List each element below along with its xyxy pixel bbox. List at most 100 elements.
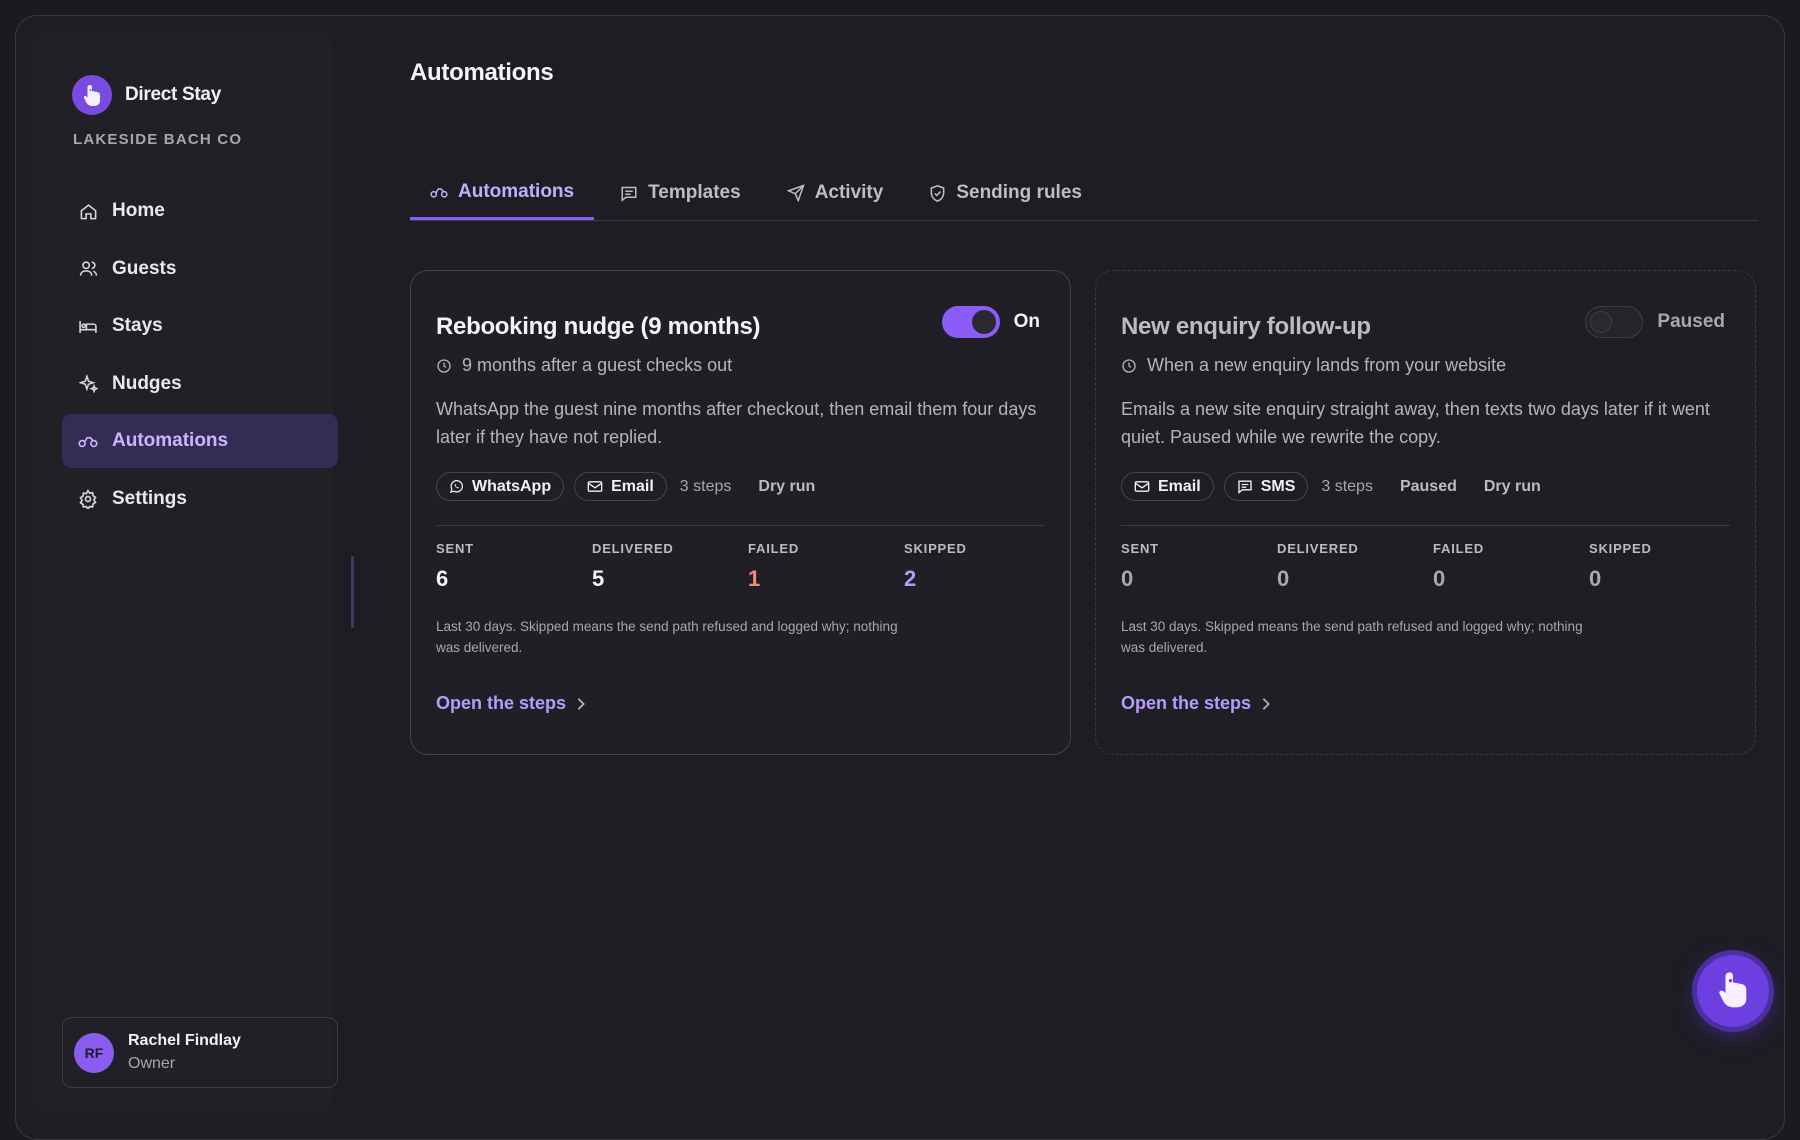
clock-icon [436,358,452,374]
link-label: Open the steps [1121,693,1252,713]
chip-label: Email [1158,477,1201,495]
enable-toggle[interactable] [1585,306,1644,338]
mode-label: Dry run [758,477,816,495]
send-icon [786,184,805,202]
sidebar-item-label: Home [112,200,165,221]
sidebar-item-nudges[interactable]: Nudges [62,357,338,411]
step-count: 3 steps [679,477,732,495]
tab-label: Automations [458,180,575,202]
message-icon [620,185,638,202]
sidebar-item-guests[interactable]: Guests [62,242,338,296]
stat-value: 6 [436,566,449,591]
main-content: Automations Automations Templates Activi… [352,16,1784,1139]
stat-skipped: SKIPPED 0 [1589,541,1745,592]
brand-logo-icon [72,75,112,115]
sidebar-item-home[interactable]: Home [62,184,338,238]
user-role: Owner [128,1055,176,1072]
stat-label: SENT [436,541,474,556]
shield-icon [929,184,946,203]
brand-name: Direct Stay [125,84,221,105]
assistant-icon [1713,967,1753,1016]
stat-label: DELIVERED [592,541,674,556]
stat-value: 0 [1121,566,1134,591]
stat-sent: SENT 0 [1121,541,1277,592]
sidebar-item-label: Stays [112,315,163,336]
stat-delivered: DELIVERED 5 [592,541,748,592]
user-card[interactable]: RF Rachel Findlay Owner [62,1017,338,1088]
trigger-text: 9 months after a guest checks out [462,355,733,375]
stat-skipped: SKIPPED 2 [904,541,1060,592]
user-name: Rachel Findlay [128,1032,241,1049]
org-name: LAKESIDE BACH CO [73,131,243,148]
stat-label: FAILED [748,541,800,556]
channel-chip-email: Email [1121,472,1214,501]
channel-chip-whatsapp: WhatsApp [436,472,565,501]
mode-label: Dry run [1483,477,1541,495]
tab-label: Sending rules [956,182,1082,203]
stat-value: 0 [1277,566,1290,591]
card-title: New enquiry follow-up [1121,313,1371,340]
avatar: RF [74,1032,114,1073]
clock-icon [1121,358,1137,374]
tab-label: Activity [814,182,884,203]
stat-value: 0 [1433,566,1446,591]
trigger: When a new enquiry lands from your websi… [1121,355,1506,376]
stat-value: 5 [592,566,605,591]
card-description: WhatsApp the guest nine months after che… [436,399,1037,447]
sidebar-item-automations[interactable]: Automations [62,414,338,468]
chip-label: WhatsApp [472,477,552,495]
channel-chips: Email SMS 3 steps Paused Dry run [1121,472,1565,501]
automation-card[interactable]: New enquiry follow-up Paused When a new … [1095,270,1756,755]
stat-value: 1 [748,566,761,591]
trigger-text: When a new enquiry lands from your websi… [1147,355,1507,375]
page-title: Automations [410,59,554,86]
sidebar-nav: Home Guests Stays Nudges Automations Set… [62,184,338,529]
tab-templates[interactable]: Templates [600,166,761,220]
stat-failed: FAILED 1 [748,541,904,592]
stats: SENT 6 DELIVERED 5 FAILED 1 SKIPPED 2 [436,541,1060,592]
stat-value: 2 [904,566,917,591]
tab-sending-rules[interactable]: Sending rules [909,166,1102,220]
assistant-fab-button[interactable] [1697,955,1769,1027]
users-icon [78,259,98,279]
link-label: Open the steps [436,693,567,713]
stat-value: 0 [1589,566,1602,591]
mail-icon [1134,480,1150,493]
chevron-right-icon [576,697,586,711]
sidebar-item-stays[interactable]: Stays [62,299,338,353]
divider [436,525,1045,526]
open-steps-link[interactable]: Open the steps [436,693,586,714]
tab-activity[interactable]: Activity [767,166,904,220]
enable-toggle[interactable] [941,306,1000,338]
automation-icon [78,431,98,451]
open-steps-link[interactable]: Open the steps [1121,693,1271,714]
chip-label: Email [611,477,654,495]
card-description: Emails a new site enquiry straight away,… [1121,399,1710,447]
automation-icon [430,185,448,199]
channel-chips: WhatsApp Email 3 steps Dry run [436,472,839,501]
chip-label: SMS [1260,477,1296,495]
sidebar-item-settings[interactable]: Settings [62,472,338,526]
whatsapp-icon [449,479,464,494]
stats-note: Last 30 days. Skipped means the send pat… [436,619,898,655]
stat-label: FAILED [1433,541,1485,556]
card-title: Rebooking nudge (9 months) [436,313,761,340]
stats-note: Last 30 days. Skipped means the send pat… [1121,619,1583,655]
tab-automations[interactable]: Automations [410,166,595,220]
stat-sent: SENT 6 [436,541,592,592]
stat-label: SKIPPED [904,541,967,556]
sidebar-item-label: Nudges [112,372,182,394]
status-label: Paused [1399,477,1457,495]
stat-label: SKIPPED [1589,541,1652,556]
home-icon [78,201,98,221]
sidebar-item-label: Automations [112,430,229,451]
stats: SENT 0 DELIVERED 0 FAILED 0 SKIPPED 0 [1121,541,1745,592]
toggle-label: Paused [1657,311,1725,332]
chevron-right-icon [1261,697,1271,711]
brand[interactable]: Direct Stay [72,75,221,115]
divider [1121,525,1730,526]
sidebar: Direct Stay LAKESIDE BACH CO Home Guests… [32,32,338,1112]
automation-card[interactable]: Rebooking nudge (9 months) On 9 months a… [410,270,1071,755]
mail-icon [587,480,603,493]
channel-chip-email: Email [574,472,667,501]
